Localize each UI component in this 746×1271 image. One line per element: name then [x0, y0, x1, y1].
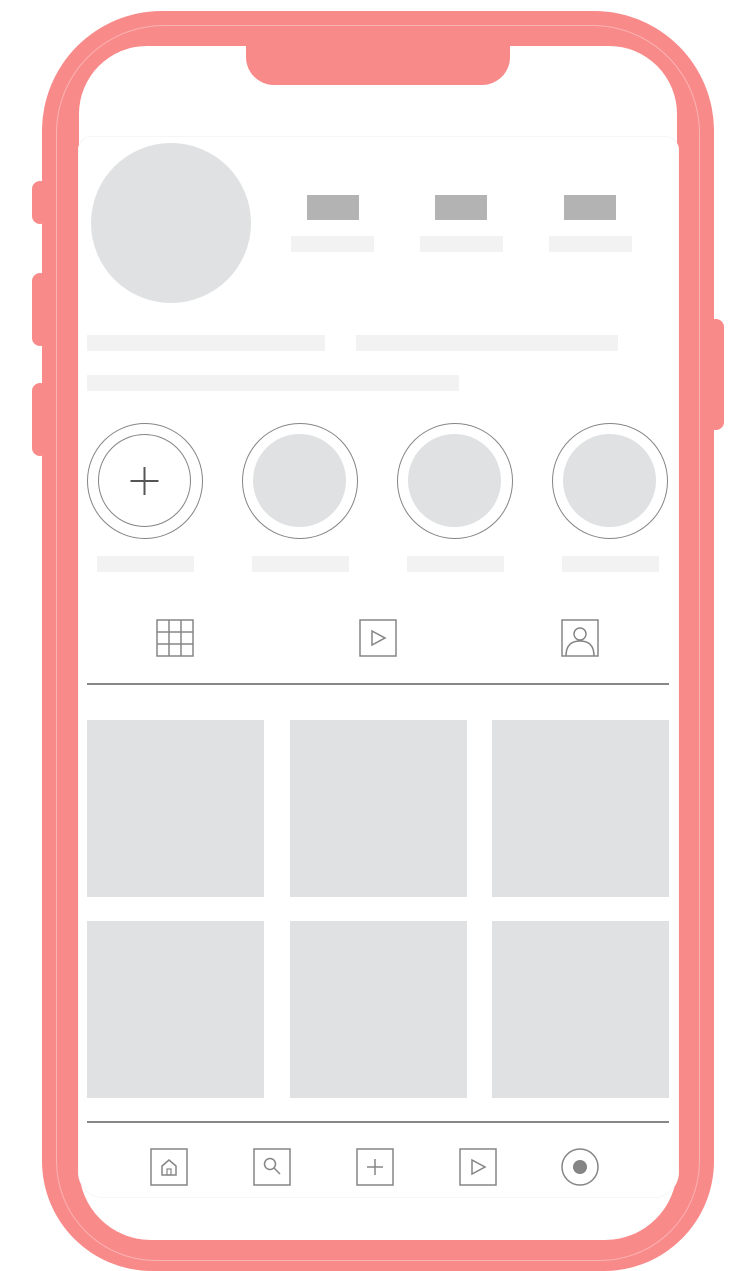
highlight-cover: [253, 434, 346, 527]
nav-home[interactable]: [150, 1148, 188, 1186]
nav-profile[interactable]: [561, 1148, 599, 1186]
nav-reels[interactable]: [459, 1148, 497, 1186]
add-icon: [356, 1148, 394, 1186]
post-tile[interactable]: [87, 720, 264, 897]
tab-reels[interactable]: [359, 619, 397, 657]
followers-count[interactable]: [435, 195, 487, 220]
new-highlight-inner: [98, 434, 191, 527]
post-tile[interactable]: [290, 921, 467, 1098]
highlight-item[interactable]: [242, 423, 358, 539]
tab-tagged[interactable]: [561, 619, 599, 657]
home-icon: [150, 1148, 188, 1186]
tab-posts-grid[interactable]: [156, 619, 194, 657]
reels-icon: [359, 619, 397, 657]
highlight-label: [407, 556, 504, 572]
tabs-divider: [87, 683, 669, 685]
highlight-item[interactable]: [397, 423, 513, 539]
post-tile[interactable]: [290, 720, 467, 897]
post-tile[interactable]: [87, 921, 264, 1098]
tagged-icon: [561, 619, 599, 657]
posts-count: [307, 195, 359, 220]
avatar[interactable]: [91, 143, 251, 303]
following-label[interactable]: [549, 236, 632, 252]
nav-create[interactable]: [356, 1148, 394, 1186]
followers-label[interactable]: [420, 236, 503, 252]
highlight-item[interactable]: [552, 423, 668, 539]
bottom-nav-divider: [87, 1121, 669, 1123]
profile-icon: [561, 1148, 599, 1186]
highlight-label: [562, 556, 659, 572]
highlight-label: [252, 556, 349, 572]
post-tile[interactable]: [492, 720, 669, 897]
bio-placeholder: [87, 375, 459, 391]
grid-icon: [156, 619, 194, 657]
highlight-cover: [408, 434, 501, 527]
bio-placeholder: [356, 335, 618, 351]
notch: [246, 40, 510, 85]
nav-search[interactable]: [253, 1148, 291, 1186]
reels-icon: [459, 1148, 497, 1186]
highlight-cover: [563, 434, 656, 527]
plus-icon: [130, 466, 158, 495]
highlight-label: [97, 556, 194, 572]
posts-label: [291, 236, 374, 252]
username-placeholder: [87, 335, 325, 351]
following-count[interactable]: [564, 195, 616, 220]
new-highlight-button[interactable]: [87, 423, 203, 539]
search-icon: [253, 1148, 291, 1186]
post-tile[interactable]: [492, 921, 669, 1098]
